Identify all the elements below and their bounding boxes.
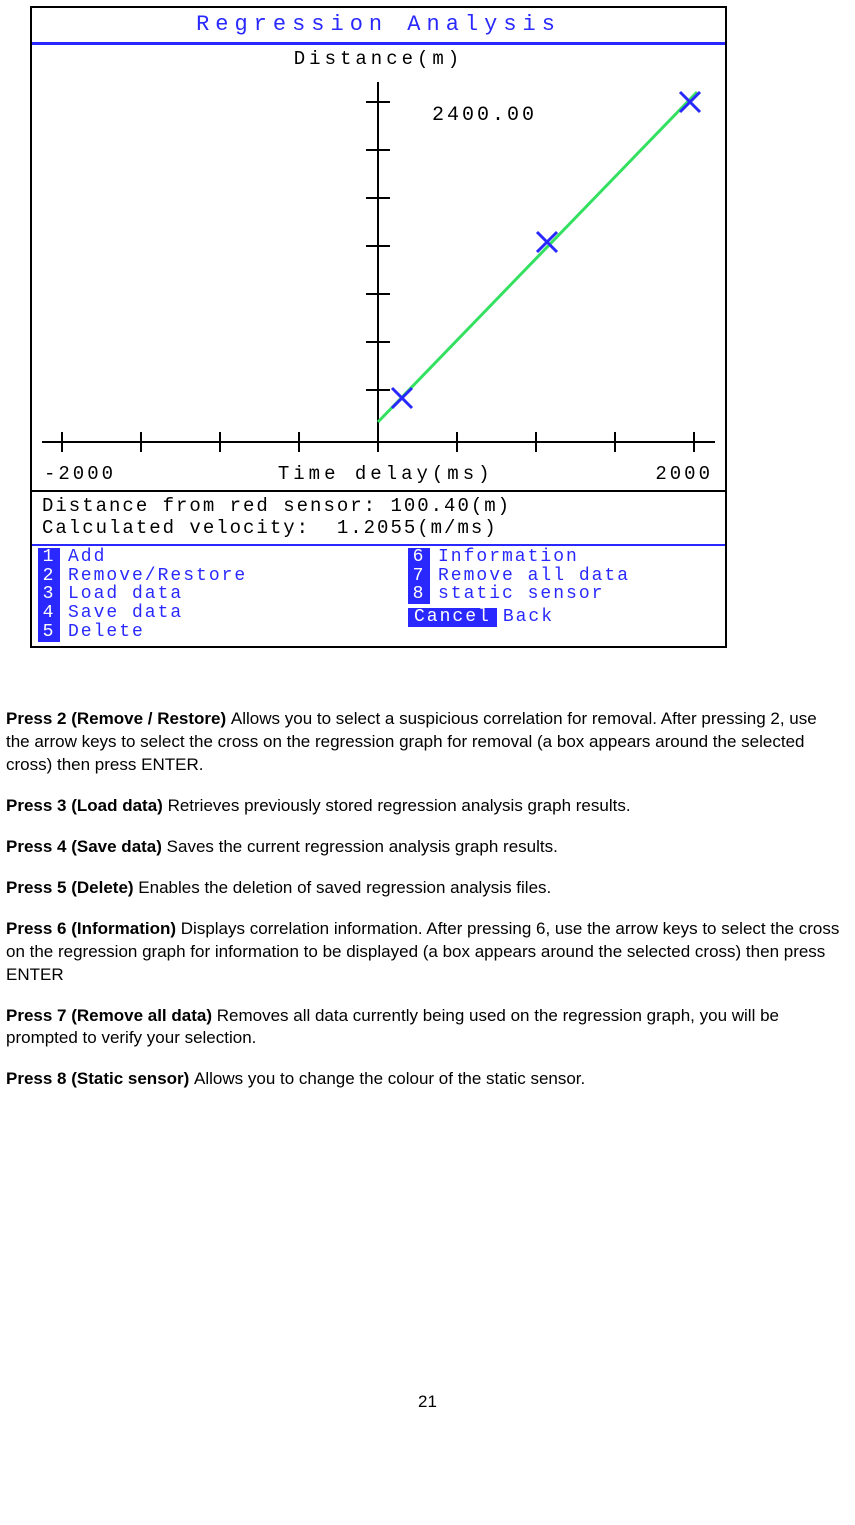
- screenshot-title: Regression Analysis: [32, 8, 725, 45]
- menu-item-add[interactable]: 1Add: [38, 548, 408, 567]
- menu-item-remove-restore[interactable]: 2Remove/Restore: [38, 567, 408, 586]
- chart-x-label: Time delay(ms): [278, 462, 494, 488]
- menu-item-load-data[interactable]: 3Load data: [38, 585, 408, 604]
- menu-block: 1Add 2Remove/Restore 3Load data 4Save da…: [32, 544, 725, 646]
- menu-item-remove-all-data[interactable]: 7Remove all data: [408, 567, 719, 586]
- status-line-2: Calculated velocity: 1.2055(m/ms): [42, 517, 498, 539]
- page-number: 21: [6, 1391, 849, 1414]
- device-screenshot: Regression Analysis Distance(m): [30, 6, 727, 648]
- menu-item-delete[interactable]: 5Delete: [38, 623, 408, 642]
- regression-chart: 2400.00: [32, 72, 725, 462]
- chart-x-min: -2000: [44, 462, 116, 488]
- instruction-press-5: Press 5 (Delete) Enables the deletion of…: [6, 877, 843, 900]
- instruction-press-2: Press 2 (Remove / Restore) Allows you to…: [6, 708, 843, 777]
- menu-item-cancel[interactable]: CancelBack: [408, 608, 719, 627]
- instruction-press-8: Press 8 (Static sensor) Allows you to ch…: [6, 1068, 843, 1091]
- chart-y-label: Distance(m): [32, 45, 725, 73]
- menu-item-information[interactable]: 6Information: [408, 548, 719, 567]
- instruction-press-4: Press 4 (Save data) Saves the current re…: [6, 836, 843, 859]
- instruction-press-7: Press 7 (Remove all data) Removes all da…: [6, 1005, 843, 1051]
- menu-item-save-data[interactable]: 4Save data: [38, 604, 408, 623]
- chart-ymax-value: 2400.00: [432, 104, 537, 127]
- instruction-press-6: Press 6 (Information) Displays correlati…: [6, 918, 843, 987]
- status-line-1: Distance from red sensor: 100.40(m): [42, 495, 511, 517]
- status-block: Distance from red sensor: 100.40(m) Calc…: [32, 490, 725, 544]
- chart-x-max: 2000: [655, 462, 713, 488]
- chart-x-axis-row: -2000 Time delay(ms) 2000: [32, 462, 725, 490]
- instruction-press-3: Press 3 (Load data) Retrieves previously…: [6, 795, 843, 818]
- instructions-block: Press 2 (Remove / Restore) Allows you to…: [6, 708, 843, 1091]
- menu-item-static-sensor[interactable]: 8static sensor: [408, 585, 719, 604]
